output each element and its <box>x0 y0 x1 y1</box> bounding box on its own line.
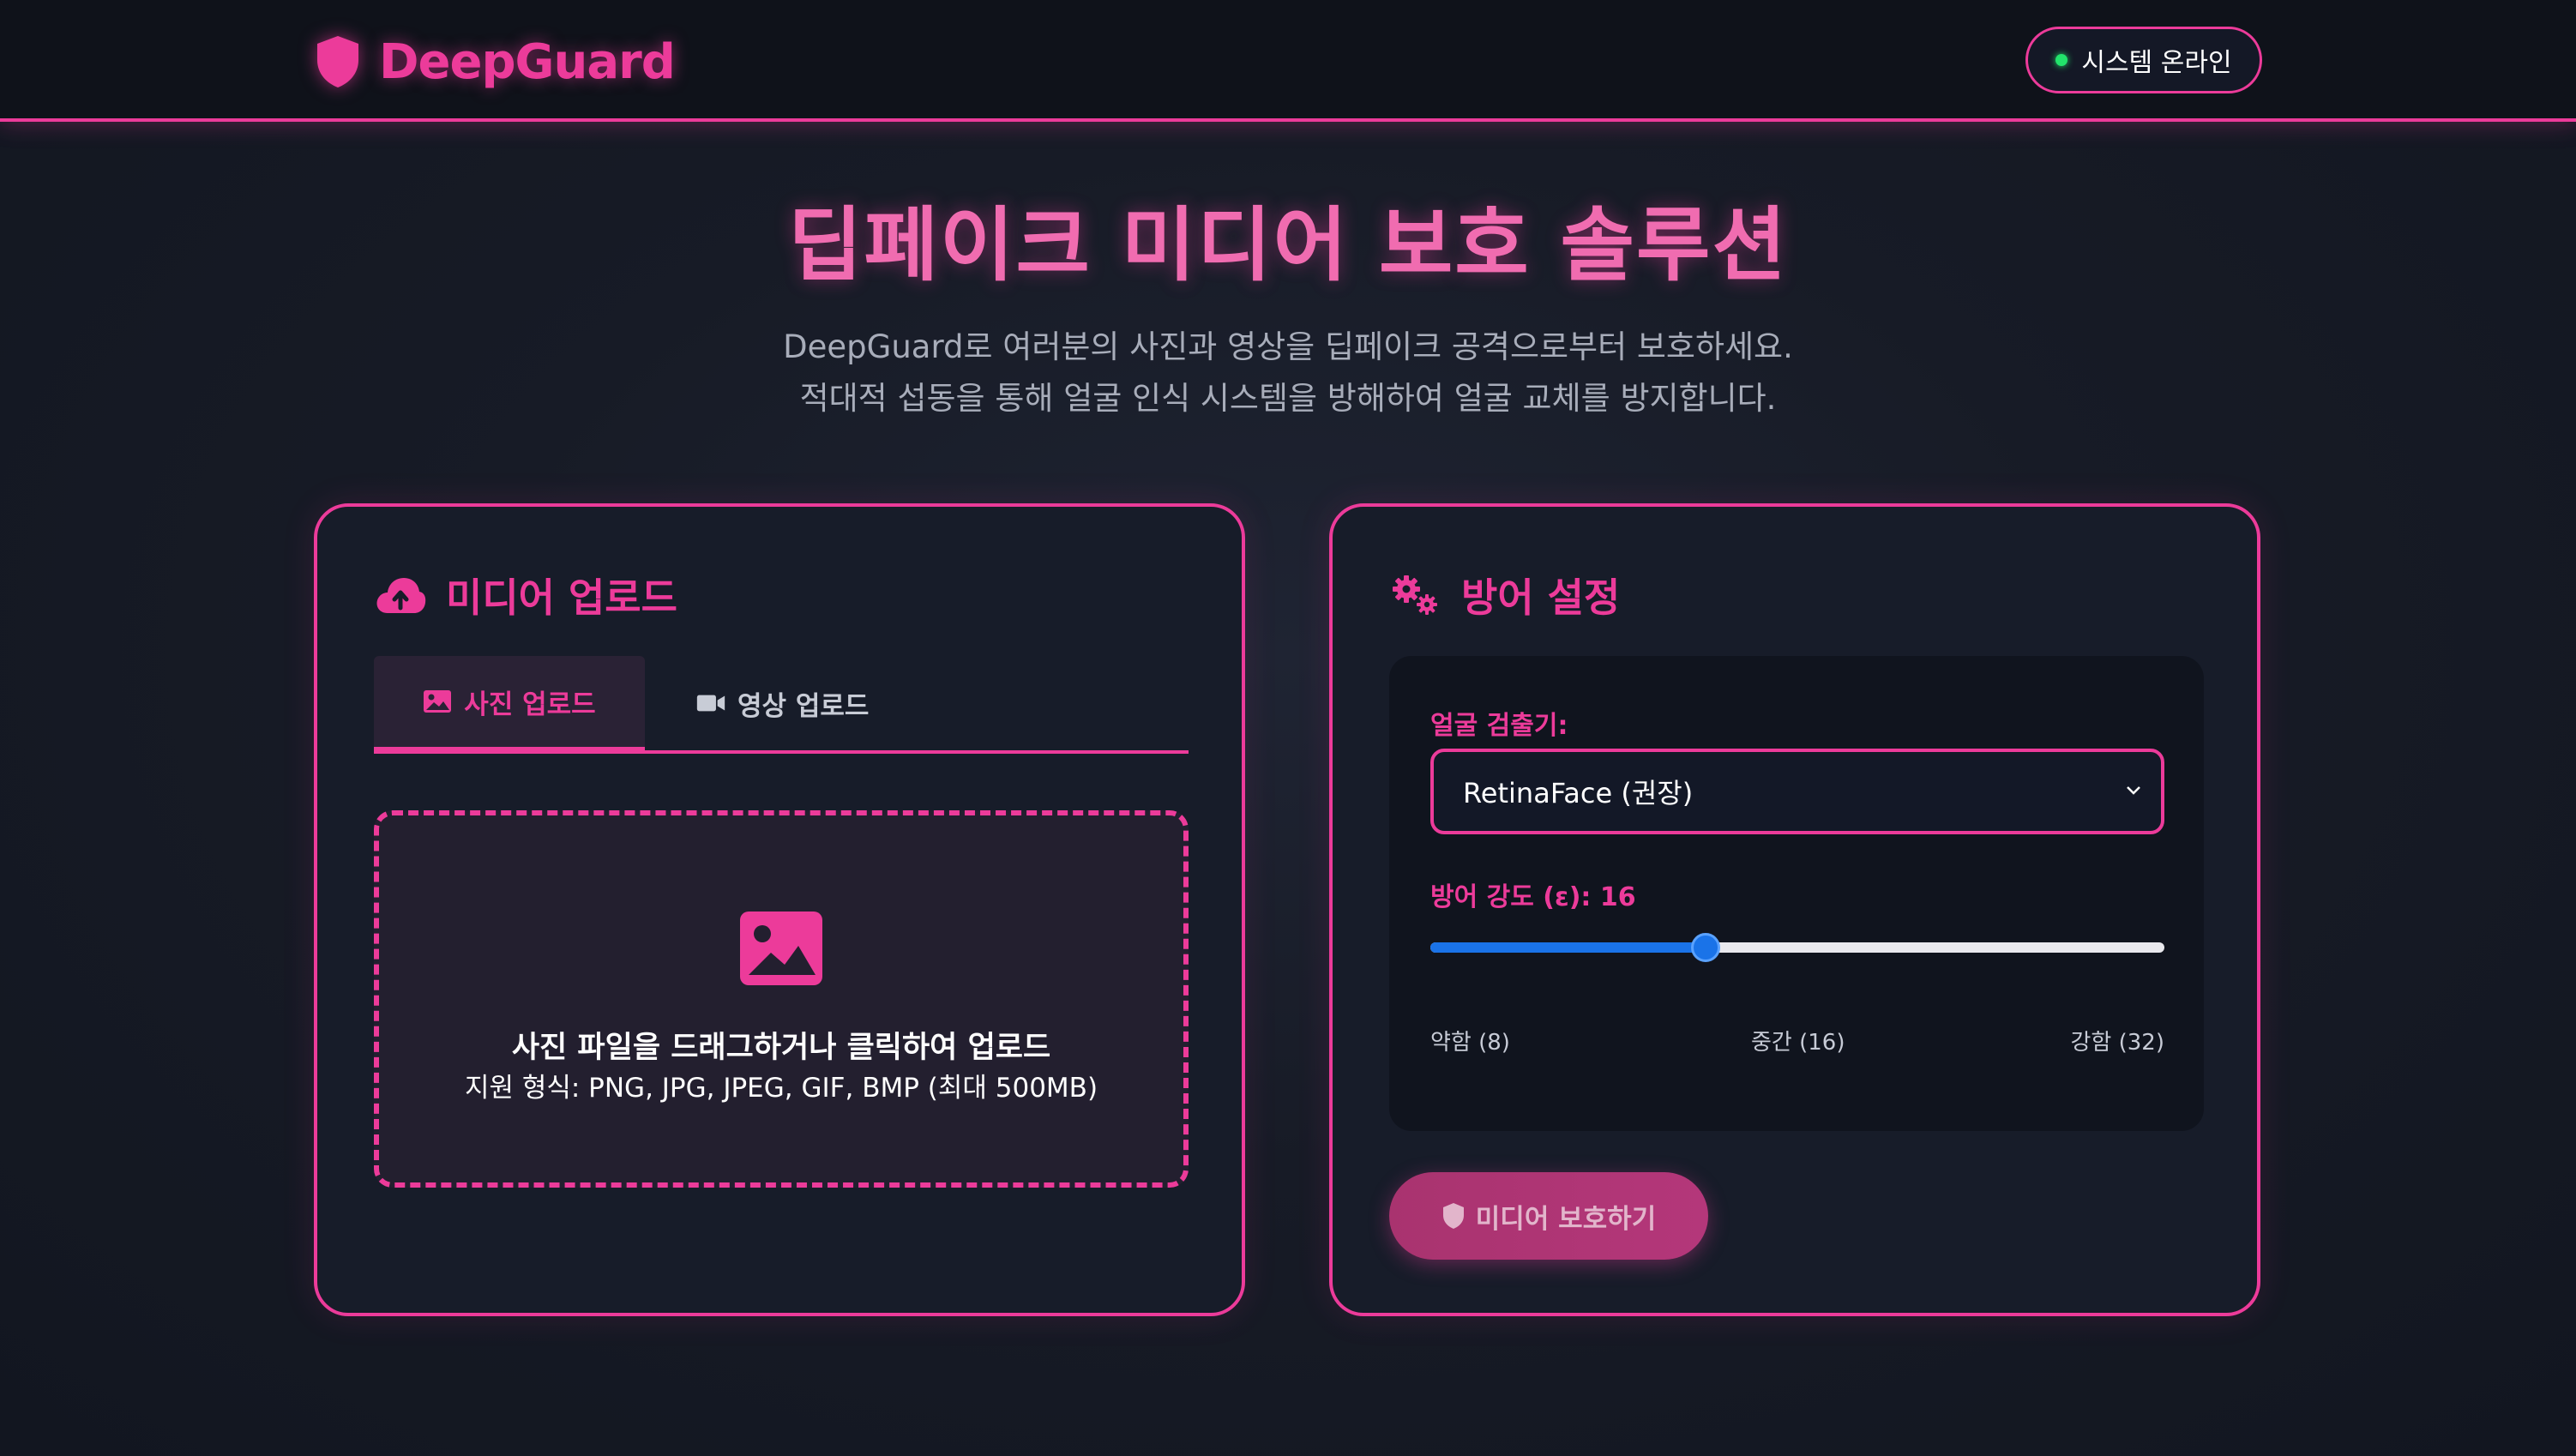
tab-photo-upload[interactable]: 사진 업로드 <box>374 656 645 754</box>
strength-tick-strong: 강함 (32) <box>2070 1030 2164 1056</box>
status-online-dot <box>2055 54 2068 66</box>
dropzone-formats: 지원 형식: PNG, JPG, JPEG, GIF, BMP (최대 500M… <box>464 1073 1098 1104</box>
settings-panel: 얼굴 검출기: RetinaFace (권장) 방어 강도 (ε): 16 약함… <box>1389 656 2204 1131</box>
page-subtitle-line-2: 적대적 섭동을 통해 얼굴 인식 시스템을 방해하여 얼굴 교체를 방지합니다. <box>799 380 1777 417</box>
tab-video-upload-label: 영상 업로드 <box>737 690 870 722</box>
face-detector-label: 얼굴 검출기: <box>1430 711 1568 741</box>
image-icon <box>424 690 452 713</box>
strength-tick-medium: 중간 (16) <box>1751 1030 1845 1056</box>
cloud-upload-icon <box>376 578 426 613</box>
video-icon <box>696 695 725 712</box>
face-detector-value: RetinaFace (권장) <box>1463 777 1694 809</box>
face-detector-select[interactable]: RetinaFace (권장) <box>1430 749 2164 834</box>
slider-fill <box>1430 942 1706 953</box>
top-navbar: DeepGuard 시스템 온라인 <box>0 0 2576 122</box>
page-subtitle-line-1: DeepGuard로 여러분의 사진과 영상을 딥페이크 공격으로부터 보호하세… <box>783 328 1793 365</box>
slider-thumb[interactable] <box>1691 933 1720 962</box>
defense-strength-label: 방어 강도 (ε): 16 <box>1430 882 1636 912</box>
chevron-down-icon <box>2127 786 2140 795</box>
shield-icon <box>1442 1203 1464 1229</box>
upload-card-title: 미디어 업로드 <box>374 567 677 623</box>
photo-dropzone[interactable]: 사진 파일을 드래그하거나 클릭하여 업로드 지원 형식: PNG, JPG, … <box>374 810 1189 1188</box>
strength-tick-weak: 약함 (8) <box>1430 1030 1510 1056</box>
upload-card-title-text: 미디어 업로드 <box>446 575 677 621</box>
defense-strength-slider[interactable] <box>1430 930 2164 965</box>
brand-logo[interactable]: DeepGuard <box>314 31 676 93</box>
gears-icon <box>1393 575 1437 615</box>
dropzone-instruction: 사진 파일을 드래그하거나 클릭하여 업로드 <box>511 1031 1051 1065</box>
upload-tabs: 사진 업로드 영상 업로드 <box>374 656 1189 754</box>
defense-settings-card: 방어 설정 얼굴 검출기: RetinaFace (권장) 방어 강도 (ε):… <box>1329 503 2260 1316</box>
image-icon <box>740 912 822 985</box>
tab-photo-upload-label: 사진 업로드 <box>464 689 596 720</box>
tab-video-upload[interactable]: 영상 업로드 <box>696 656 869 750</box>
shield-icon <box>317 36 358 87</box>
settings-card-title-text: 방어 설정 <box>1461 575 1621 621</box>
protect-media-button-label: 미디어 보호하기 <box>1475 1203 1657 1235</box>
status-text: 시스템 온라인 <box>2081 48 2232 78</box>
system-status-badge: 시스템 온라인 <box>2025 27 2262 93</box>
settings-card-title: 방어 설정 <box>1389 567 1620 623</box>
protect-media-button[interactable]: 미디어 보호하기 <box>1389 1172 1708 1260</box>
media-upload-card: 미디어 업로드 사진 업로드 영상 업로드 사진 파일을 드래그하거나 클릭하여… <box>314 503 1245 1316</box>
brand-name: DeepGuard <box>379 33 676 90</box>
page-title: 딥페이크 미디어 보호 솔루션 <box>788 199 1788 292</box>
